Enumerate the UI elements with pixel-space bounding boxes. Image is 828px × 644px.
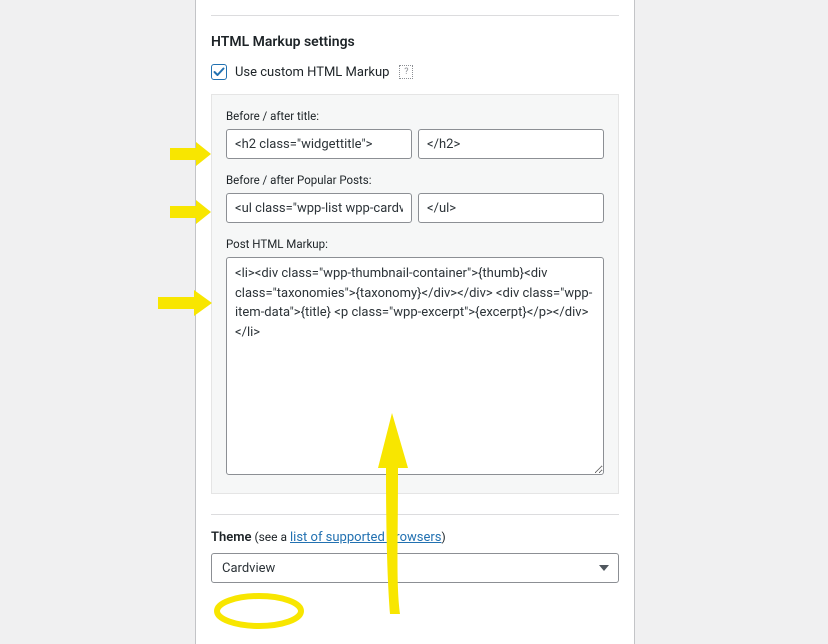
before-after-title-label: Before / after title: [226, 109, 604, 123]
settings-box: Before / after title: Before / after Pop… [211, 94, 619, 494]
theme-note-suffix: ) [441, 530, 445, 544]
post-markup-label: Post HTML Markup: [226, 237, 604, 251]
before-title-input[interactable] [226, 129, 412, 159]
supported-browsers-link[interactable]: list of supported browsers [290, 530, 441, 545]
checkbox-row: Use custom HTML Markup ? [211, 64, 619, 80]
before-popular-input[interactable] [226, 193, 412, 223]
after-title-input[interactable] [418, 129, 604, 159]
section-title: HTML Markup settings [211, 34, 619, 50]
widget-settings-panel: HTML Markup settings Use custom HTML Mar… [195, 0, 635, 644]
check-icon [213, 66, 225, 78]
checkbox-label: Use custom HTML Markup [235, 65, 389, 80]
use-custom-markup-checkbox[interactable] [211, 64, 227, 80]
help-icon[interactable]: ? [399, 65, 413, 79]
post-markup-textarea[interactable] [226, 257, 604, 475]
divider [211, 15, 619, 16]
theme-select[interactable]: Cardview [211, 553, 619, 583]
theme-note-prefix: (see a [252, 530, 290, 544]
before-after-popular-label: Before / after Popular Posts: [226, 173, 604, 187]
theme-row: Theme (see a list of supported browsers) [211, 530, 619, 545]
theme-label: Theme [211, 530, 252, 545]
theme-select-wrap: Cardview [211, 553, 619, 583]
divider [211, 514, 619, 515]
after-popular-input[interactable] [418, 193, 604, 223]
